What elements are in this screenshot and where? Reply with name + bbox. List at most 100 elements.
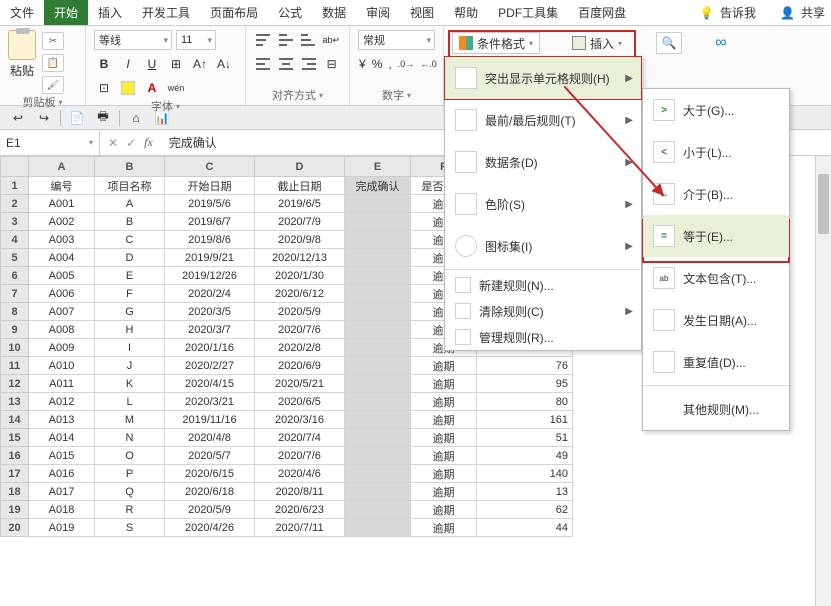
cell[interactable]: 2020/7/11: [255, 519, 345, 537]
cell[interactable]: 逾期: [411, 375, 477, 393]
cell[interactable]: J: [95, 357, 165, 375]
italic-button[interactable]: I: [118, 54, 138, 74]
cell[interactable]: D: [95, 249, 165, 267]
cell[interactable]: A005: [29, 267, 95, 285]
cell[interactable]: A013: [29, 411, 95, 429]
row-header-6[interactable]: 6: [1, 267, 29, 285]
row-header-16[interactable]: 16: [1, 447, 29, 465]
cell[interactable]: A001: [29, 195, 95, 213]
cell[interactable]: S: [95, 519, 165, 537]
cell[interactable]: 2020/6/18: [165, 483, 255, 501]
cell[interactable]: 161: [477, 411, 573, 429]
menu-开始[interactable]: 开始: [44, 0, 88, 25]
cell[interactable]: A017: [29, 483, 95, 501]
row-header-9[interactable]: 9: [1, 321, 29, 339]
cell[interactable]: K: [95, 375, 165, 393]
cancel-icon[interactable]: ✕: [108, 136, 118, 150]
cell[interactable]: [345, 339, 411, 357]
copy-button[interactable]: 📋: [42, 54, 64, 72]
enter-icon[interactable]: ✓: [126, 136, 136, 150]
cell[interactable]: 2020/2/8: [255, 339, 345, 357]
cell[interactable]: Q: [95, 483, 165, 501]
menu-item-色阶(S)[interactable]: 色阶(S)▶: [445, 183, 641, 225]
menu-帮助[interactable]: 帮助: [444, 0, 488, 25]
cell[interactable]: [345, 285, 411, 303]
cell[interactable]: 2020/5/9: [165, 501, 255, 519]
percent-button[interactable]: %: [371, 54, 384, 74]
cell[interactable]: 2020/4/15: [165, 375, 255, 393]
decrease-font-button[interactable]: A↓: [214, 54, 234, 74]
menu-item-介于(B)...[interactable]: 介于(B)...: [643, 173, 789, 215]
menu-item-文本包含(T)...[interactable]: 文本包含(T)...: [643, 257, 789, 299]
cell[interactable]: 2020/6/12: [255, 285, 345, 303]
wrap-text-button[interactable]: ab↵: [321, 30, 341, 50]
row-header-10[interactable]: 10: [1, 339, 29, 357]
cell[interactable]: 2019/6/7: [165, 213, 255, 231]
cell[interactable]: I: [95, 339, 165, 357]
conditional-format-button[interactable]: 条件格式 ▾: [452, 32, 540, 54]
number-format-select[interactable]: 常规: [358, 30, 435, 50]
cell[interactable]: 逾期: [411, 447, 477, 465]
menu-item-其他规则(M)...[interactable]: 其他规则(M)...: [643, 388, 789, 430]
cell[interactable]: [345, 429, 411, 447]
menu-item-清除规则(C)[interactable]: 清除规则(C)▶: [445, 298, 641, 324]
row-header-19[interactable]: 19: [1, 501, 29, 519]
align-middle-button[interactable]: [276, 30, 294, 50]
row-header-13[interactable]: 13: [1, 393, 29, 411]
cell[interactable]: 2020/3/16: [255, 411, 345, 429]
underline-button[interactable]: U: [142, 54, 162, 74]
merge-button[interactable]: ⊟: [322, 54, 341, 74]
cell[interactable]: 2020/8/11: [255, 483, 345, 501]
cell[interactable]: [345, 357, 411, 375]
cell[interactable]: A011: [29, 375, 95, 393]
menu-数据[interactable]: 数据: [312, 0, 356, 25]
row-header-15[interactable]: 15: [1, 429, 29, 447]
cell[interactable]: A006: [29, 285, 95, 303]
align-top-button[interactable]: [254, 30, 272, 50]
cell[interactable]: A004: [29, 249, 95, 267]
menu-item-图标集(I)[interactable]: 图标集(I)▶: [445, 225, 641, 267]
row-header-3[interactable]: 3: [1, 213, 29, 231]
cell[interactable]: [345, 483, 411, 501]
border-dropdown[interactable]: ⊡: [94, 78, 114, 98]
cell[interactable]: 2020/2/4: [165, 285, 255, 303]
menu-插入[interactable]: 插入: [88, 0, 132, 25]
cell[interactable]: [345, 321, 411, 339]
col-header-B[interactable]: B: [95, 157, 165, 177]
menu-开发工具[interactable]: 开发工具: [132, 0, 200, 25]
cell[interactable]: 13: [477, 483, 573, 501]
row-header-20[interactable]: 20: [1, 519, 29, 537]
menu-item-管理规则(R)...[interactable]: 管理规则(R)...: [445, 324, 641, 350]
cell[interactable]: [345, 501, 411, 519]
menu-文件[interactable]: 文件: [0, 0, 44, 25]
comma-button[interactable]: ,: [387, 54, 392, 74]
cell[interactable]: A010: [29, 357, 95, 375]
cell[interactable]: 2020/4/6: [255, 465, 345, 483]
cell[interactable]: [345, 249, 411, 267]
menu-百度网盘[interactable]: 百度网盘: [568, 0, 636, 25]
menu-PDF工具集[interactable]: PDF工具集: [488, 0, 568, 25]
fx-icon[interactable]: fx: [144, 135, 153, 150]
tell-me[interactable]: 告诉我: [720, 4, 756, 21]
cell[interactable]: A019: [29, 519, 95, 537]
cell[interactable]: 2020/5/21: [255, 375, 345, 393]
cell[interactable]: 2020/7/6: [255, 447, 345, 465]
cell[interactable]: R: [95, 501, 165, 519]
cell[interactable]: [345, 465, 411, 483]
cell[interactable]: [345, 195, 411, 213]
cell[interactable]: [345, 375, 411, 393]
qat-btn-3[interactable]: 🖶: [93, 108, 113, 128]
cell[interactable]: 2019/6/5: [255, 195, 345, 213]
cut-button[interactable]: ✂: [42, 32, 64, 50]
name-box[interactable]: E1▾: [0, 130, 100, 155]
cell[interactable]: L: [95, 393, 165, 411]
col-header-A[interactable]: A: [29, 157, 95, 177]
share-button[interactable]: 共享: [801, 4, 825, 21]
cell[interactable]: A018: [29, 501, 95, 519]
cell[interactable]: A012: [29, 393, 95, 411]
cell[interactable]: 2020/3/5: [165, 303, 255, 321]
cell[interactable]: 逾期: [411, 393, 477, 411]
align-left-button[interactable]: [254, 54, 273, 74]
cell[interactable]: 2020/6/23: [255, 501, 345, 519]
menu-视图[interactable]: 视图: [400, 0, 444, 25]
